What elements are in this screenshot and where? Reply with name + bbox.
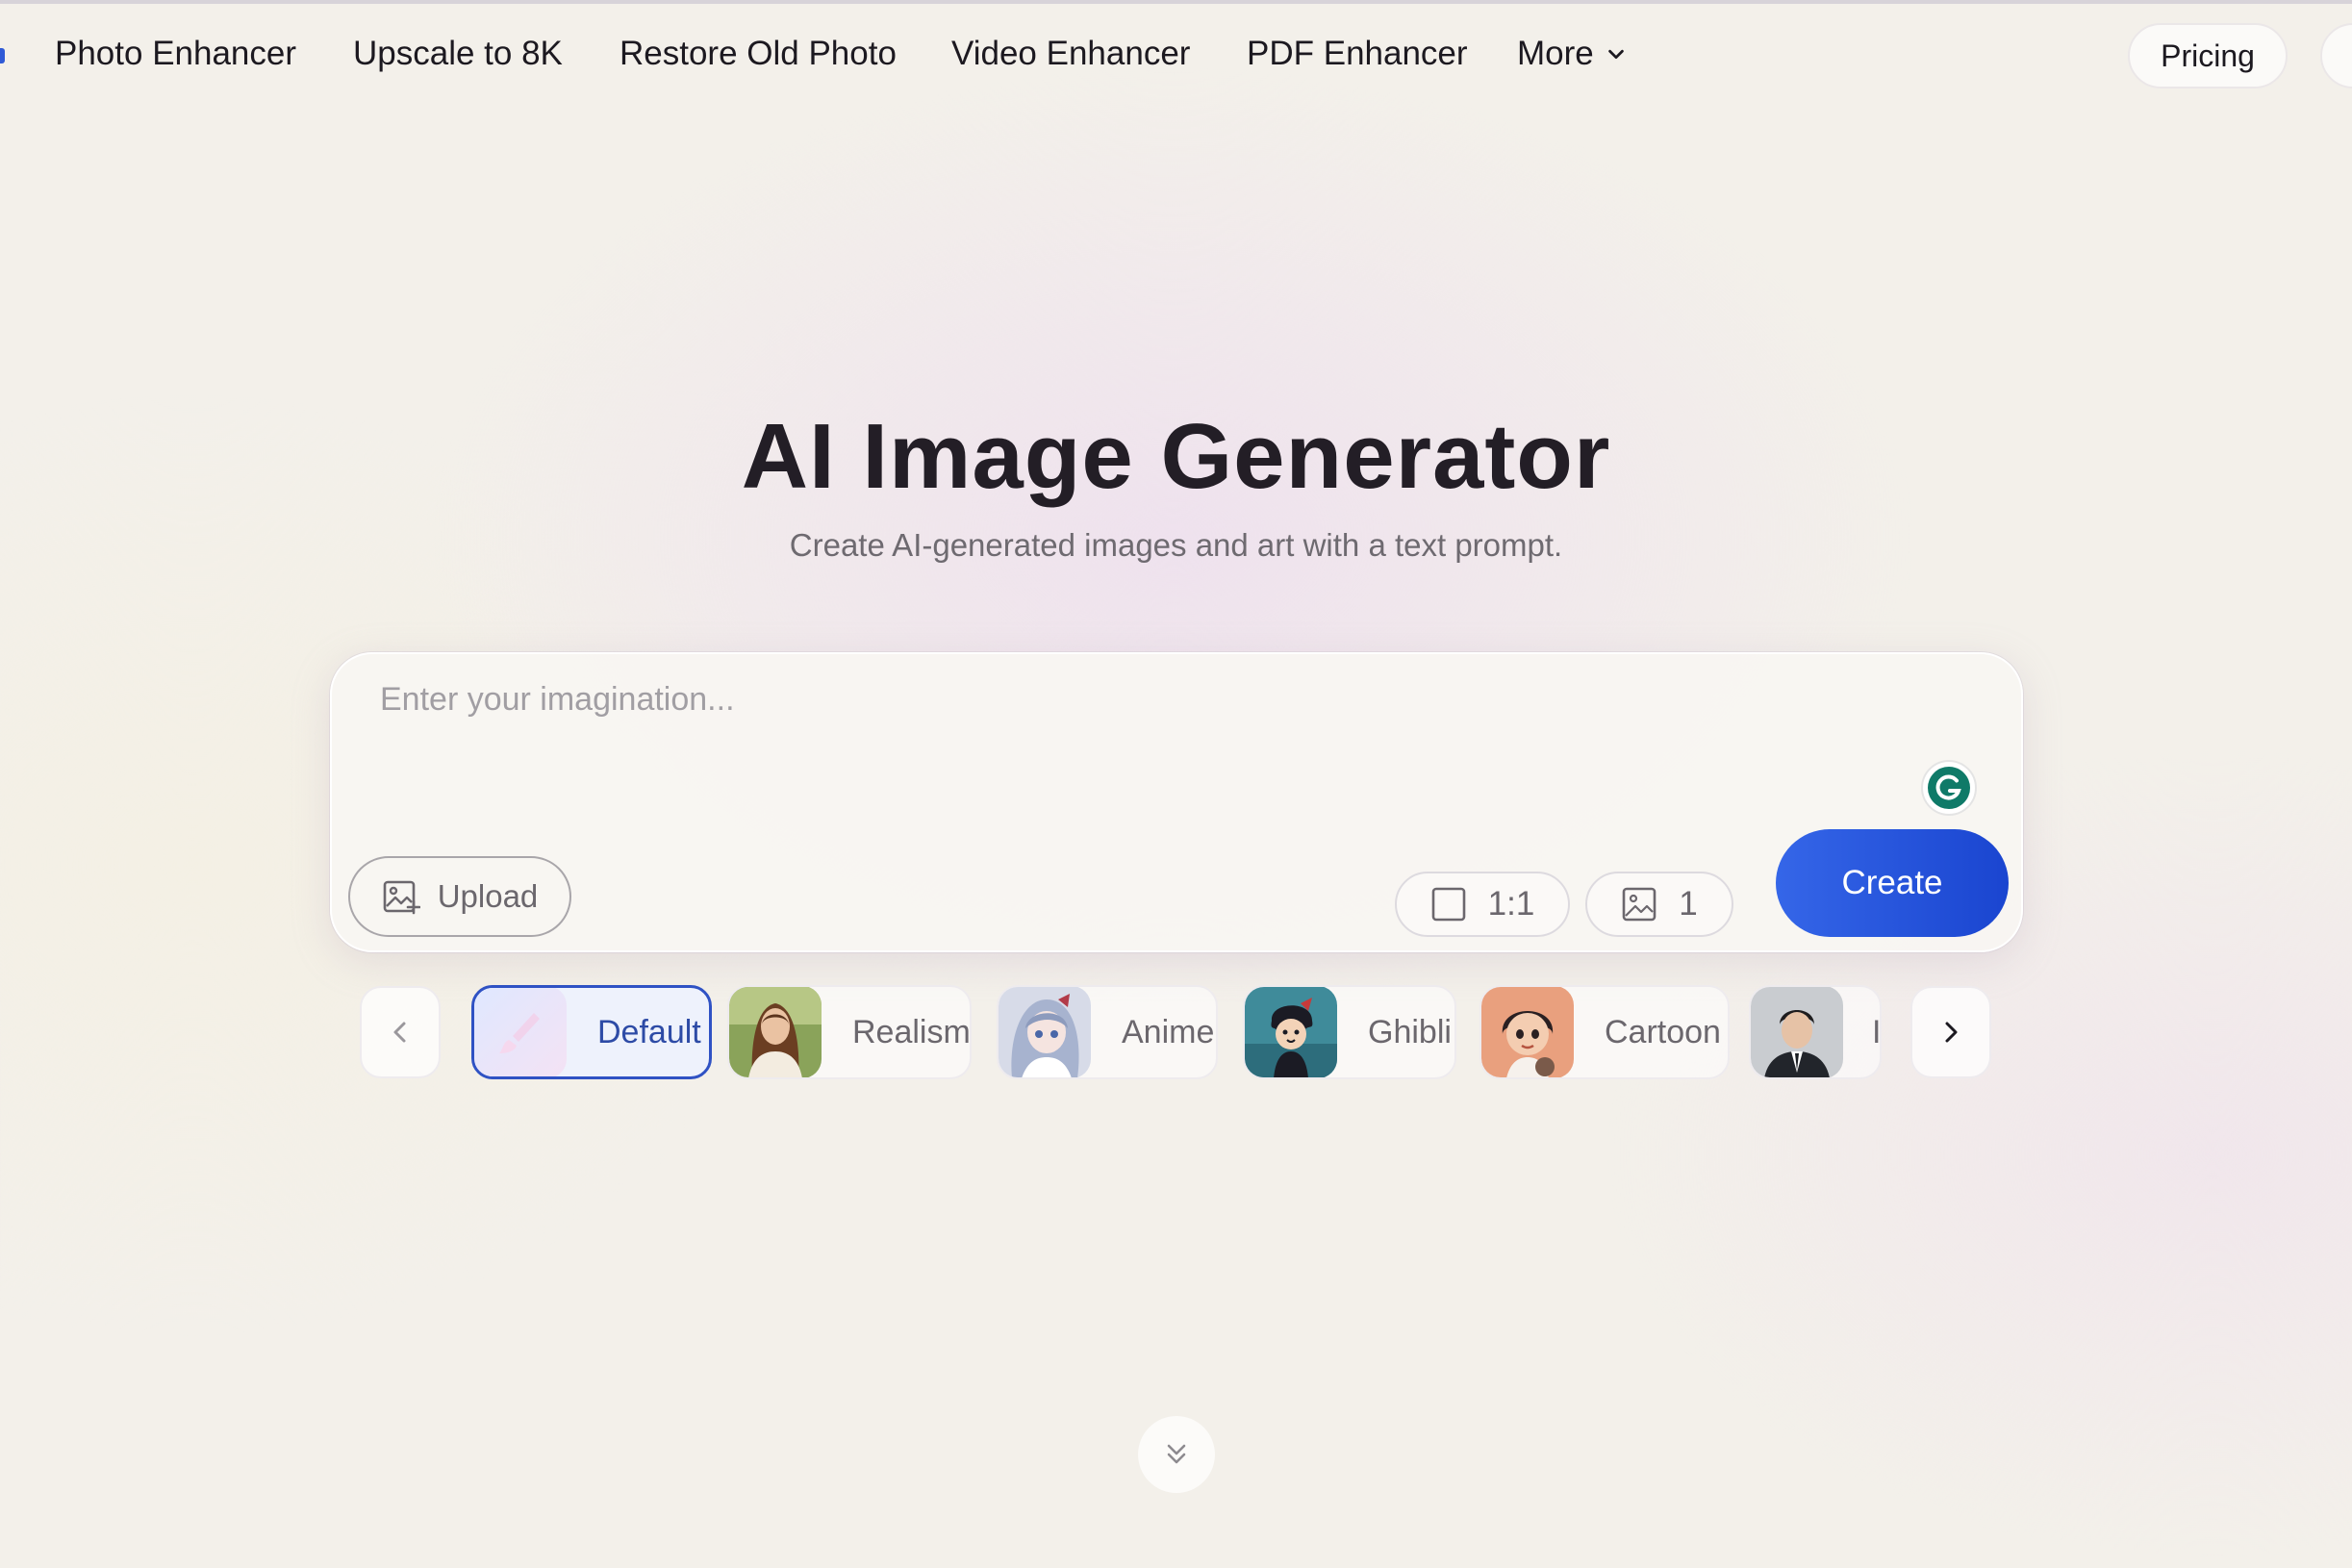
style-chip-realism[interactable]: Realism bbox=[727, 985, 972, 1079]
carousel-next-button[interactable] bbox=[1910, 986, 1991, 1078]
style-chip-cartoon[interactable]: Cartoon bbox=[1479, 985, 1730, 1079]
nav-video-enhancer[interactable]: Video Enhancer bbox=[951, 33, 1190, 75]
style-chip-default[interactable]: Default bbox=[471, 985, 712, 1079]
portrait-man-image bbox=[1751, 987, 1843, 1077]
chevron-down-icon bbox=[1607, 49, 1624, 60]
image-upload-icon bbox=[383, 880, 420, 915]
style-label-default: Default bbox=[597, 1013, 701, 1050]
style-thumb-partial bbox=[1751, 987, 1843, 1077]
carousel-prev-button[interactable] bbox=[360, 986, 441, 1078]
upload-label: Upload bbox=[437, 878, 539, 914]
image-count-select[interactable]: 1 bbox=[1585, 872, 1733, 937]
chevron-left-icon bbox=[393, 1022, 406, 1043]
style-chip-anime[interactable]: Anime bbox=[997, 985, 1218, 1079]
anime-girl-image bbox=[999, 987, 1091, 1077]
nav-restore-old-photo[interactable]: Restore Old Photo bbox=[620, 33, 897, 75]
style-label-ghibli: Ghibli bbox=[1368, 1013, 1452, 1050]
style-label-partial: I bbox=[1872, 1013, 1882, 1050]
nav-more-dropdown[interactable]: More bbox=[1517, 33, 1627, 75]
image-count-value: 1 bbox=[1679, 885, 1698, 923]
style-thumb-ghibli bbox=[1245, 987, 1337, 1077]
upload-button[interactable]: Upload bbox=[348, 856, 571, 937]
style-label-cartoon: Cartoon bbox=[1605, 1013, 1721, 1050]
portrait-woman-image bbox=[729, 987, 822, 1077]
style-thumb-realism bbox=[729, 987, 822, 1077]
double-chevron-down-icon bbox=[1167, 1444, 1186, 1464]
style-thumb-cartoon bbox=[1481, 987, 1574, 1077]
prompt-input[interactable] bbox=[380, 681, 1919, 797]
logo-edge bbox=[0, 48, 5, 63]
style-carousel: Default Realism Anime Ghibli Cartoon I bbox=[0, 983, 2352, 1081]
nav-pdf-enhancer[interactable]: PDF Enhancer bbox=[1247, 33, 1468, 75]
page-title: AI Image Generator bbox=[741, 405, 1611, 508]
ghibli-character-image bbox=[1245, 987, 1337, 1077]
style-label-anime: Anime bbox=[1122, 1013, 1215, 1050]
page-subtitle: Create AI-generated images and art with … bbox=[789, 527, 1563, 563]
prompt-panel: Upload 1:1 1 Create bbox=[330, 652, 2023, 952]
style-chip-ghibli[interactable]: Ghibli bbox=[1243, 985, 1456, 1079]
style-chip-list: Default Realism Anime Ghibli Cartoon I bbox=[471, 983, 1882, 1081]
nav-upscale-to-8k[interactable]: Upscale to 8K bbox=[353, 33, 563, 75]
grammarly-logo bbox=[1928, 767, 1970, 809]
style-label-realism: Realism bbox=[852, 1013, 971, 1050]
style-chip-partial[interactable]: I bbox=[1749, 985, 1882, 1079]
grammarly-icon[interactable] bbox=[1921, 760, 1977, 816]
style-thumb-anime bbox=[999, 987, 1091, 1077]
nav-more-label: More bbox=[1517, 35, 1594, 72]
scroll-down-button[interactable] bbox=[1138, 1416, 1215, 1493]
aspect-ratio-value: 1:1 bbox=[1487, 885, 1535, 923]
nav-photo-enhancer[interactable]: Photo Enhancer bbox=[55, 33, 296, 75]
brush-icon bbox=[474, 988, 567, 1076]
style-thumb-default bbox=[474, 988, 567, 1076]
image-icon bbox=[1622, 887, 1657, 922]
square-icon bbox=[1431, 887, 1465, 922]
pricing-button[interactable]: Pricing bbox=[2128, 23, 2288, 89]
create-button[interactable]: Create bbox=[1776, 829, 2009, 937]
aspect-ratio-select[interactable]: 1:1 bbox=[1395, 872, 1570, 937]
top-navigation: Photo Enhancer Upscale to 8K Restore Old… bbox=[0, 4, 2352, 104]
account-button[interactable] bbox=[2320, 23, 2352, 89]
chevron-right-icon bbox=[1945, 1022, 1958, 1043]
cartoon-girl-image bbox=[1481, 987, 1574, 1077]
